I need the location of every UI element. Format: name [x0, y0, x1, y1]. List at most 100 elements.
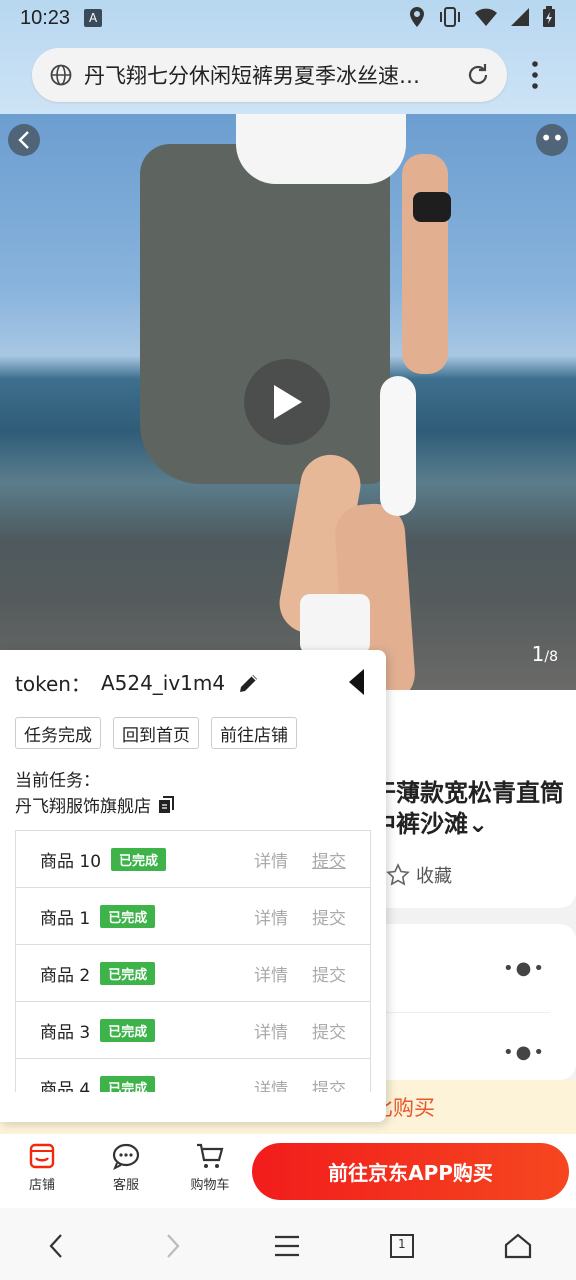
service-icon: [112, 1143, 140, 1170]
submit-link[interactable]: 提交: [312, 1075, 346, 1093]
service-label: 客服: [112, 1178, 139, 1193]
product-title: 干薄款宽松青直筒中裤沙滩⌄: [372, 779, 564, 838]
more-dots-icon: ••: [540, 126, 564, 150]
screen: 10:23 A 丹飞翔七分休闲短裤男夏季冰丝速… •• 1/8 干薄款宽松青直筒…: [0, 0, 576, 1280]
cart-icon: [197, 1143, 224, 1168]
nav-home-button[interactable]: [500, 1228, 536, 1264]
buy-in-app-button[interactable]: 前往京东APP购买: [252, 1143, 569, 1200]
item-name: 商品 10: [40, 851, 102, 872]
spec-more-icon[interactable]: •●•: [503, 1042, 546, 1063]
battery-icon: [543, 6, 555, 27]
back-arrow-icon: [49, 1234, 62, 1258]
submit-link[interactable]: 提交: [312, 1018, 346, 1043]
list-item: 商品 3 已完成 详情 提交: [16, 1002, 370, 1059]
cart-label: 购物车: [190, 1178, 230, 1193]
location-icon: [410, 7, 424, 27]
task-complete-button[interactable]: 任务完成: [15, 717, 101, 749]
shirt-shape: [236, 114, 406, 184]
panel-button-row: 任务完成 回到首页 前往店铺: [15, 717, 297, 749]
signal-icon: [511, 8, 529, 26]
list-item: 商品 1 已完成 详情 提交: [16, 888, 370, 945]
current-task-label: 当前任务：: [15, 771, 100, 791]
bottom-action-bar: 店铺 客服 购物车 前往京东APP购买: [0, 1134, 576, 1208]
browser-menu-icon[interactable]: [528, 60, 542, 90]
forward-arrow-icon: [167, 1234, 180, 1258]
service-button[interactable]: 客服: [96, 1142, 156, 1193]
submit-link[interactable]: 提交: [312, 961, 346, 986]
favorite-label: 收藏: [416, 866, 452, 887]
list-item: 商品 10 已完成 详情 提交: [16, 831, 370, 888]
detail-link[interactable]: 详情: [254, 847, 288, 872]
back-button[interactable]: [8, 124, 40, 156]
status-badge: 已完成: [100, 1018, 156, 1042]
status-badge: 已完成: [100, 904, 156, 928]
item-name: 商品 1: [40, 908, 91, 929]
detail-link[interactable]: 详情: [254, 1018, 288, 1043]
collapse-panel-icon[interactable]: [346, 668, 366, 696]
status-icons: [408, 6, 556, 28]
play-video-button[interactable]: [244, 359, 330, 445]
status-badge: 已完成: [111, 847, 167, 871]
shoe-shape: [300, 594, 370, 654]
store-button[interactable]: 店铺: [12, 1142, 72, 1193]
edit-pencil-icon[interactable]: [237, 671, 261, 695]
url-bar[interactable]: 丹飞翔七分休闲短裤男夏季冰丝速…: [32, 48, 507, 102]
task-panel: token： A524_iv1m4 任务完成 回到首页 前往店铺 当前任务： 丹…: [0, 650, 386, 1122]
divider: [380, 1012, 550, 1013]
current-shop-name: 丹飞翔服饰旗舰店: [15, 797, 151, 817]
list-item: 商品 4 已完成 详情 提交: [16, 1059, 370, 1092]
cart-button[interactable]: 购物车: [180, 1142, 240, 1193]
home-icon: [504, 1233, 532, 1259]
nav-tabs-button[interactable]: 1: [384, 1228, 420, 1264]
shoe-shape: [380, 376, 416, 516]
spec-more-icon[interactable]: •●•: [503, 958, 546, 979]
page-current: 1: [531, 642, 545, 666]
submit-link[interactable]: 提交: [312, 847, 346, 872]
navigation-bar: 1: [0, 1208, 576, 1280]
watch-shape: [413, 192, 451, 222]
submit-link[interactable]: 提交: [312, 904, 346, 929]
task-item-list: 商品 10 已完成 详情 提交 商品 1 已完成 详情 提交 商品 2 已完成 …: [15, 830, 371, 1092]
globe-icon: [50, 64, 72, 86]
browser-chrome: 10:23 A 丹飞翔七分休闲短裤男夏季冰丝速…: [0, 0, 576, 120]
token-row: token： A524_iv1m4: [15, 668, 261, 697]
star-icon: [386, 863, 410, 886]
store-icon: [29, 1143, 55, 1169]
chevron-left-icon: [18, 131, 29, 149]
favorite-button[interactable]: 收藏: [386, 862, 452, 888]
detail-link[interactable]: 详情: [254, 1075, 288, 1093]
status-time: 10:23: [20, 6, 71, 29]
page-title: 丹飞翔七分休闲短裤男夏季冰丝速…: [84, 64, 420, 88]
item-name: 商品 4: [40, 1079, 91, 1093]
list-item: 商品 2 已完成 详情 提交: [16, 945, 370, 1002]
store-label: 店铺: [28, 1178, 55, 1193]
nav-menu-button[interactable]: [269, 1228, 305, 1264]
status-badge: 已完成: [100, 961, 156, 985]
reload-icon[interactable]: [465, 62, 491, 88]
go-to-store-button[interactable]: 前往店铺: [211, 717, 297, 749]
vibrate-icon: [440, 7, 460, 27]
back-home-button[interactable]: 回到首页: [113, 717, 199, 749]
notification-icon: A: [84, 9, 103, 27]
item-name: 商品 3: [40, 1022, 91, 1043]
wifi-icon: [475, 8, 497, 26]
arm-shape: [402, 154, 448, 374]
hamburger-icon: [275, 1235, 299, 1257]
detail-link[interactable]: 详情: [254, 904, 288, 929]
copy-icon[interactable]: [157, 795, 177, 815]
play-icon: [274, 385, 302, 419]
page-total: /8: [544, 649, 558, 665]
current-task-shop: 丹飞翔服饰旗舰店: [15, 792, 177, 817]
nav-back-button[interactable]: [38, 1228, 74, 1264]
nav-forward-button[interactable]: [155, 1228, 191, 1264]
token-label: token：: [15, 672, 91, 696]
status-bar: 10:23 A: [0, 0, 576, 36]
tabs-count: 1: [398, 1237, 406, 1251]
image-page-indicator: 1/8: [532, 642, 558, 666]
token-value: A524_iv1m4: [100, 670, 226, 695]
detail-link[interactable]: 详情: [254, 961, 288, 986]
item-name: 商品 2: [40, 965, 91, 986]
more-button[interactable]: ••: [536, 124, 568, 156]
status-badge: 已完成: [100, 1075, 156, 1092]
product-image[interactable]: •• 1/8: [0, 114, 576, 690]
